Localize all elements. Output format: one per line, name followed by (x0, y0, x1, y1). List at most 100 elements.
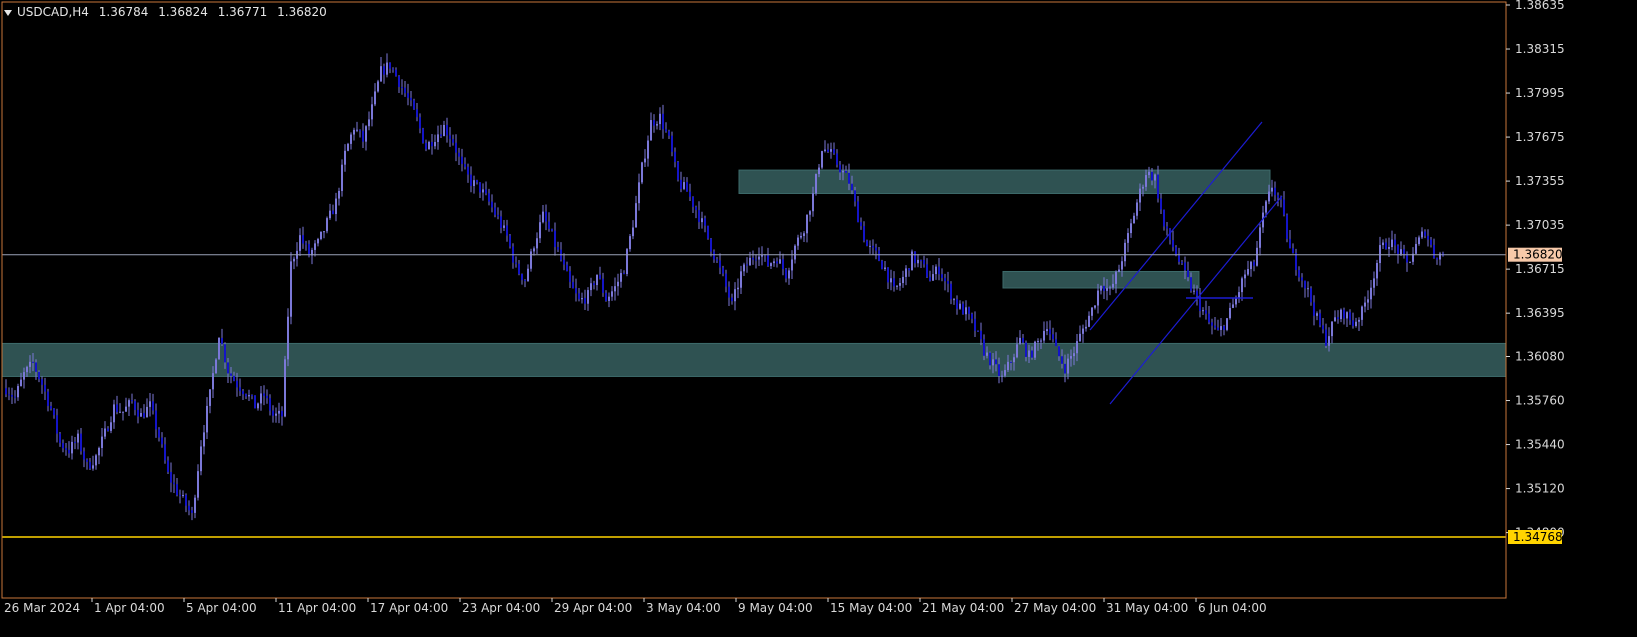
price-chart[interactable]: 1.38635 1.38315 1.37995 1.37675 1.37355 1.370… (0, 0, 1637, 637)
candle-body (503, 225, 505, 228)
candle-body (803, 233, 805, 236)
candle-body (182, 494, 184, 496)
candle-body (455, 142, 457, 153)
candle-body (395, 69, 397, 77)
candle-body (1295, 252, 1297, 271)
candle-body (113, 404, 115, 423)
candle-body (26, 366, 28, 373)
candle-body (446, 124, 448, 136)
candle-body (1082, 328, 1084, 334)
candle-body (701, 218, 703, 223)
candle-body (1409, 261, 1411, 263)
candle-body (152, 401, 154, 411)
candle-body (1373, 278, 1375, 288)
candle-body (1220, 326, 1222, 330)
candle-body (650, 120, 652, 141)
candle-body (590, 283, 592, 291)
price-tick-label: 1.36395 (1515, 306, 1565, 320)
candle-body (1346, 312, 1348, 319)
candle-body (203, 432, 205, 447)
candle-body (77, 433, 79, 443)
candle-body (962, 303, 964, 315)
candle-body (1430, 239, 1432, 245)
candle-body (1028, 350, 1030, 357)
candle-body (155, 410, 157, 430)
candle-body (137, 409, 139, 417)
candle-body (14, 396, 16, 398)
candle-body (572, 282, 574, 289)
candle-body (272, 410, 274, 416)
candle-body (44, 384, 46, 392)
candle-body (56, 415, 58, 434)
price-tick-label: 1.37675 (1515, 130, 1565, 144)
candle-body (308, 244, 310, 256)
candle-body (956, 299, 958, 309)
candle-body (554, 230, 556, 247)
candle-body (86, 459, 88, 462)
candle-body (119, 411, 121, 413)
candle-body (404, 87, 406, 94)
candle-body (320, 231, 322, 240)
candle-body (545, 211, 547, 222)
candle-body (35, 362, 37, 372)
candle-body (806, 214, 808, 234)
candle-body (617, 281, 619, 287)
candle-body (1421, 231, 1423, 238)
candle-body (926, 264, 928, 278)
price-tick-label: 1.37035 (1515, 218, 1565, 232)
candle-body (839, 164, 841, 173)
candle-body (1304, 280, 1306, 289)
candle-body (413, 100, 415, 110)
candle-body (1040, 340, 1042, 342)
candle-body (1118, 269, 1120, 272)
candle-body (1088, 315, 1090, 327)
candle-body (716, 259, 718, 261)
candle-body (965, 307, 967, 315)
candle-body (674, 151, 676, 163)
candle-body (317, 239, 319, 244)
candle-body (179, 495, 181, 497)
candle-body (1364, 302, 1366, 307)
price-tick-label: 1.35760 (1515, 394, 1565, 408)
candle-body (1283, 199, 1285, 215)
candle-body (515, 262, 517, 264)
candle-body (230, 373, 232, 376)
candle-body (539, 222, 541, 239)
candle-body (587, 290, 589, 304)
candle-body (5, 388, 7, 395)
candle-body (1415, 243, 1417, 254)
candle-body (467, 166, 469, 175)
candle-body (1337, 317, 1339, 320)
candle-body (719, 260, 721, 268)
candle-body (23, 372, 25, 380)
candle-body (431, 141, 433, 147)
candle-body (1064, 363, 1066, 374)
candle-body (992, 359, 994, 366)
candle-body (425, 142, 427, 150)
candle-body (1331, 321, 1333, 337)
candle-body (239, 387, 241, 392)
candle-body (350, 134, 352, 144)
candle-body (332, 210, 334, 215)
candle-body (473, 180, 475, 186)
candle-body (848, 172, 850, 184)
candle-body (692, 196, 694, 207)
candle-body (248, 395, 250, 397)
candle-body (1070, 356, 1072, 359)
candle-body (551, 228, 553, 231)
candle-body (1058, 346, 1060, 357)
candle-body (884, 267, 886, 270)
candle-body (281, 410, 283, 417)
candle-body (260, 393, 262, 404)
candle-body (353, 129, 355, 135)
candle-body (500, 216, 502, 228)
candle-body (566, 264, 568, 272)
candle-body (917, 259, 919, 264)
candle-body (812, 193, 814, 212)
candle-body (68, 449, 70, 454)
candle-body (1004, 370, 1006, 376)
candle-body (1055, 339, 1057, 347)
candle-body (494, 207, 496, 215)
candle-body (1394, 239, 1396, 246)
candle-body (620, 273, 622, 282)
